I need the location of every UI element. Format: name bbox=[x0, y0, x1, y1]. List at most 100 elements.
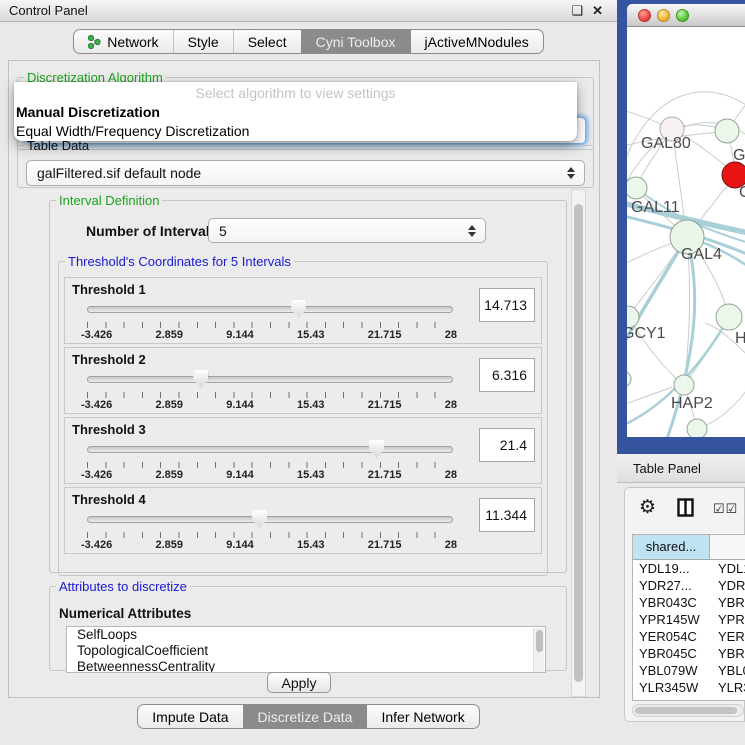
node-bottom[interactable] bbox=[687, 419, 707, 437]
close-traffic-icon[interactable] bbox=[638, 9, 651, 22]
tick-label: 9.144 bbox=[226, 539, 254, 551]
threshold-label: Threshold 2 bbox=[72, 352, 146, 367]
list-scrollbar[interactable] bbox=[533, 628, 544, 673]
select-columns-icon[interactable]: ☑☑ bbox=[713, 501, 738, 517]
threshold-value-input[interactable] bbox=[479, 498, 535, 532]
tab-style[interactable]: Style bbox=[173, 30, 233, 53]
table-row[interactable]: YDL19...YDL1 bbox=[633, 560, 745, 577]
slider-track[interactable] bbox=[87, 306, 453, 313]
threshold-panel: Threshold 1 -3.426 2.859 9.144 15.43 21.… bbox=[64, 277, 542, 344]
threshold-slider[interactable]: -3.426 2.859 9.144 15.43 21.715 28 bbox=[87, 368, 453, 412]
slider-thumb[interactable] bbox=[252, 510, 267, 528]
attributes-list[interactable]: SelfLoops TopologicalCoefficient Between… bbox=[66, 626, 546, 673]
list-item[interactable]: SelfLoops bbox=[67, 627, 545, 643]
tick-label: 28 bbox=[445, 469, 457, 481]
scrollbar-thumb[interactable] bbox=[635, 707, 737, 714]
algorithm-dropdown: Select algorithm to view settings Manual… bbox=[14, 82, 577, 141]
number-of-intervals-label: Number of Intervals bbox=[86, 223, 217, 239]
tick-label: 21.715 bbox=[368, 539, 402, 551]
minimize-traffic-icon[interactable] bbox=[657, 9, 670, 22]
tab-jactivemnodules[interactable]: jActiveMNodules bbox=[410, 30, 543, 53]
node-selected-red[interactable] bbox=[722, 162, 745, 188]
node-gcy1[interactable] bbox=[627, 306, 639, 328]
slider-thumb[interactable] bbox=[291, 300, 306, 318]
tab-infer-network[interactable]: Infer Network bbox=[366, 705, 478, 728]
tick-label: 2.859 bbox=[155, 399, 183, 411]
threshold-slider[interactable]: -3.426 2.859 9.144 15.43 21.715 28 bbox=[87, 438, 453, 482]
scrollbar-thumb[interactable] bbox=[574, 204, 583, 682]
table-row[interactable]: YBR043CYBR0 bbox=[633, 594, 745, 611]
node-hap2[interactable] bbox=[674, 375, 694, 395]
cyni-toolbox-panel: Discretization Algorithm Table Data galF… bbox=[8, 60, 600, 698]
threshold-panel: Threshold 3 -3.426 2.859 9.144 15.43 21.… bbox=[64, 417, 542, 484]
list-item[interactable]: TopologicalCoefficient bbox=[67, 643, 545, 659]
close-icon[interactable]: ✕ bbox=[592, 0, 603, 22]
slider-thumb[interactable] bbox=[193, 370, 208, 388]
table-row[interactable]: YBL079WYBL0 bbox=[633, 662, 745, 679]
threshold-value-input[interactable] bbox=[479, 428, 535, 462]
node-top-right[interactable] bbox=[715, 119, 739, 143]
group-title: Attributes to discretize bbox=[56, 579, 190, 594]
gear-icon[interactable]: ⚙ bbox=[639, 496, 656, 519]
network-canvas[interactable]: GAL80 G C GAL11 GAL4 GCY1 H HAP2 bbox=[627, 27, 745, 437]
node-gal80[interactable] bbox=[660, 117, 684, 141]
tick-label: -3.426 bbox=[81, 329, 112, 341]
number-of-intervals-combo[interactable]: 5 bbox=[208, 218, 486, 243]
list-item[interactable]: BetweennessCentrality bbox=[67, 659, 545, 673]
table-row[interactable]: YPR145WYPR1 bbox=[633, 611, 745, 628]
table-row[interactable]: YDR27...YDR2 bbox=[633, 577, 745, 594]
node-table[interactable]: shared... n YDL19...YDL1 YDR27...YDR2 YB… bbox=[632, 534, 745, 701]
threshold-panel: Threshold 4 -3.426 2.859 9.144 15.43 21.… bbox=[64, 487, 542, 554]
tick-label: -3.426 bbox=[81, 399, 112, 411]
panel-scrollbar[interactable] bbox=[571, 189, 586, 697]
column-header-name[interactable]: n bbox=[710, 535, 745, 559]
table-data-group: Table Data galFiltered.sif default node bbox=[17, 138, 594, 188]
tab-label: Impute Data bbox=[152, 709, 228, 725]
table-header-row: shared... n bbox=[633, 535, 745, 560]
tab-select[interactable]: Select bbox=[233, 30, 301, 53]
network-view-window: GAL80 G C GAL11 GAL4 GCY1 H HAP2 bbox=[617, 0, 745, 454]
slider-track[interactable] bbox=[87, 446, 453, 453]
table-data-combo[interactable]: galFiltered.sif default node bbox=[26, 160, 585, 186]
table-row[interactable]: YER054CYER0 bbox=[633, 628, 745, 645]
table-row[interactable]: YIL053CYIL0 bbox=[633, 696, 745, 701]
zoom-traffic-icon[interactable] bbox=[676, 9, 689, 22]
threshold-value-input[interactable] bbox=[479, 358, 535, 392]
slider-thumb[interactable] bbox=[369, 440, 384, 458]
table-panel: ⚙ ☑☑ shared... n YDL19...YDL1 YDR27...YD… bbox=[624, 487, 745, 722]
threshold-slider[interactable]: -3.426 2.859 9.144 15.43 21.715 28 bbox=[87, 508, 453, 552]
tick-label: -3.426 bbox=[81, 539, 112, 551]
control-panel: Control Panel ❑ ✕ Network Style Select C… bbox=[0, 0, 617, 745]
tick-label: -3.426 bbox=[81, 469, 112, 481]
tick-label: 15.43 bbox=[297, 399, 325, 411]
column-header-shared-name[interactable]: shared... bbox=[633, 535, 710, 559]
cyni-bottom-tabbar: Impute Data Discretize Data Infer Networ… bbox=[137, 704, 479, 729]
dropdown-placeholder: Select algorithm to view settings bbox=[14, 82, 577, 103]
tab-label: Select bbox=[248, 34, 287, 50]
table-row[interactable]: YBR045CYBR0 bbox=[633, 645, 745, 662]
threshold-label: Threshold 4 bbox=[72, 492, 146, 507]
tab-label: Cyni Toolbox bbox=[316, 34, 396, 50]
table-horizontal-scrollbar[interactable] bbox=[632, 704, 744, 717]
node-right[interactable] bbox=[716, 304, 742, 330]
tab-cyni-toolbox[interactable]: Cyni Toolbox bbox=[301, 30, 410, 53]
tab-network[interactable]: Network bbox=[74, 30, 172, 53]
float-icon[interactable]: ❑ bbox=[571, 0, 583, 22]
columns-icon[interactable] bbox=[677, 498, 694, 522]
tab-discretize-data[interactable]: Discretize Data bbox=[243, 705, 367, 728]
tab-label: jActiveMNodules bbox=[425, 34, 529, 50]
threshold-slider[interactable]: -3.426 2.859 9.144 15.43 21.715 28 bbox=[87, 298, 453, 342]
slider-track[interactable] bbox=[87, 516, 453, 523]
threshold-panel: Threshold 2 -3.426 2.859 9.144 15.43 21.… bbox=[64, 347, 542, 414]
node-gal4[interactable] bbox=[670, 220, 704, 254]
node-gal11[interactable] bbox=[627, 177, 647, 199]
dropdown-option-equal-width[interactable]: Equal Width/Frequency Discretization bbox=[14, 122, 577, 141]
dropdown-option-manual[interactable]: Manual Discretization bbox=[14, 103, 577, 122]
slider-track[interactable] bbox=[87, 376, 453, 383]
slider-tick-labels: -3.426 2.859 9.144 15.43 21.715 28 bbox=[81, 329, 457, 341]
table-row[interactable]: YLR345WYLR3 bbox=[633, 679, 745, 696]
node-left-small[interactable] bbox=[627, 371, 631, 387]
threshold-value-input[interactable] bbox=[479, 288, 535, 322]
apply-button[interactable]: Apply bbox=[267, 672, 331, 693]
tab-impute-data[interactable]: Impute Data bbox=[138, 705, 242, 728]
